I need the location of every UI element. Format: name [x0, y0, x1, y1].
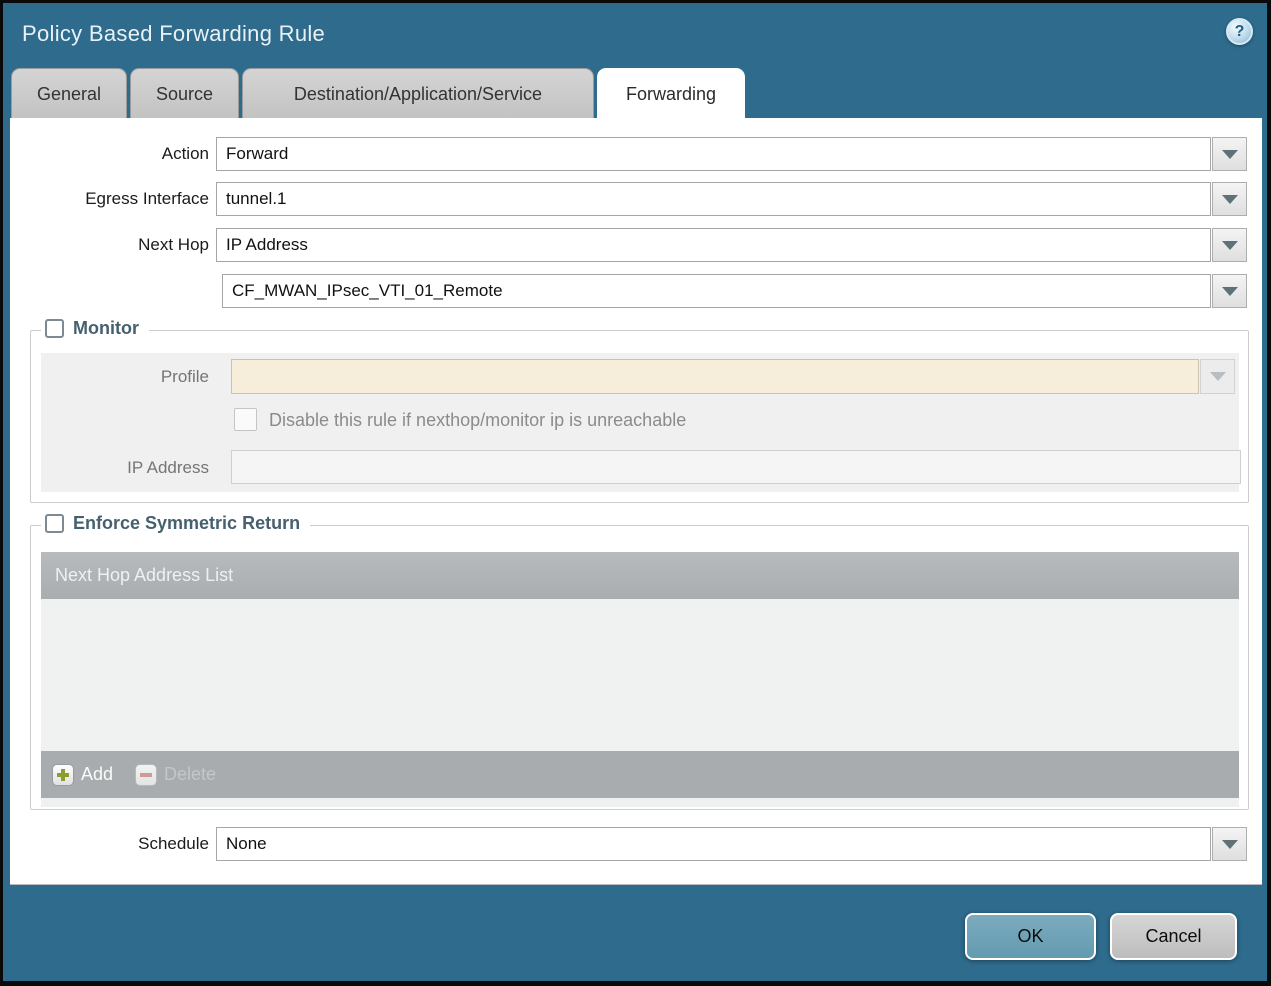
- tab-destination-application-service[interactable]: Destination/Application/Service: [242, 68, 594, 118]
- monitor-legend: Monitor: [41, 318, 149, 339]
- chevron-down-icon: [1221, 839, 1238, 849]
- next-hop-address-list-table: Next Hop Address List Add Delete: [41, 552, 1239, 807]
- next-hop-address-list-header: Next Hop Address List: [41, 552, 1239, 599]
- egress-interface-dropdown-button[interactable]: [1212, 182, 1247, 216]
- monitor-panel: Profile Disable this rule if nexthop/mon…: [41, 353, 1241, 492]
- next-hop-address-row: CF_MWAN_IPsec_VTI_01_Remote: [10, 274, 1262, 308]
- next-hop-address-select[interactable]: CF_MWAN_IPsec_VTI_01_Remote: [222, 274, 1211, 308]
- cancel-button[interactable]: Cancel: [1110, 913, 1237, 960]
- next-hop-dropdown-button[interactable]: [1212, 228, 1247, 262]
- enforce-symmetric-return-legend: Enforce Symmetric Return: [41, 513, 311, 534]
- help-icon[interactable]: ?: [1226, 18, 1253, 45]
- next-hop-address-dropdown-button[interactable]: [1212, 274, 1247, 308]
- tab-bar: General Source Destination/Application/S…: [11, 68, 745, 118]
- action-label: Action: [161, 144, 209, 163]
- add-plus-icon: [52, 763, 74, 786]
- action-select[interactable]: Forward: [216, 137, 1211, 171]
- next-hop-type-select[interactable]: IP Address: [216, 228, 1211, 262]
- pbf-rule-dialog: Policy Based Forwarding Rule ? General S…: [3, 3, 1267, 981]
- schedule-select[interactable]: None: [216, 827, 1211, 861]
- disable-rule-checkbox: [234, 408, 257, 431]
- schedule-dropdown-button[interactable]: [1212, 827, 1247, 861]
- tab-general[interactable]: General: [11, 68, 127, 118]
- profile-label: Profile: [160, 367, 209, 386]
- next-hop-row: Next Hop IP Address: [10, 228, 1262, 262]
- help-glyph: ?: [1234, 22, 1245, 40]
- chevron-down-icon: [1221, 149, 1238, 159]
- delete-button-label: Delete: [164, 764, 217, 784]
- dialog-title: Policy Based Forwarding Rule: [22, 21, 326, 46]
- enforce-symmetric-return-legend-label: Enforce Symmetric Return: [73, 513, 301, 533]
- ok-button[interactable]: OK: [965, 913, 1096, 960]
- monitor-checkbox[interactable]: [45, 319, 64, 338]
- next-hop-label: Next Hop: [138, 235, 209, 254]
- table-toolbar: Add Delete: [41, 751, 1239, 798]
- table-bottom-strip: [41, 798, 1239, 807]
- monitor-ip-address-label: IP Address: [127, 458, 209, 477]
- monitor-ip-address-input: [231, 450, 1241, 484]
- monitor-section: Monitor Profile Disable this rule if nex…: [30, 318, 1249, 503]
- disable-rule-label: Disable this rule if nexthop/monitor ip …: [269, 410, 687, 430]
- add-button-label: Add: [81, 764, 114, 784]
- forwarding-tab-panel: Action Forward Egress Interface tunnel.1…: [10, 118, 1262, 885]
- egress-interface-row: Egress Interface tunnel.1: [10, 182, 1262, 216]
- add-button[interactable]: Add: [52, 763, 114, 786]
- egress-interface-label: Egress Interface: [85, 189, 209, 208]
- monitor-profile-dropdown-button: [1200, 359, 1235, 394]
- chevron-down-icon: [1221, 286, 1238, 296]
- enforce-symmetric-return-section: Enforce Symmetric Return Next Hop Addres…: [30, 513, 1249, 810]
- monitor-profile-select: [231, 359, 1199, 394]
- delete-minus-icon: [135, 763, 158, 786]
- monitor-legend-label: Monitor: [73, 318, 139, 338]
- action-row: Action Forward: [10, 137, 1262, 171]
- schedule-row: Schedule None: [10, 827, 1262, 861]
- action-dropdown-button[interactable]: [1212, 137, 1247, 171]
- delete-button: Delete: [135, 763, 217, 786]
- title-bar: Policy Based Forwarding Rule ?: [3, 3, 1267, 68]
- chevron-down-icon: [1209, 372, 1226, 381]
- egress-interface-select[interactable]: tunnel.1: [216, 182, 1211, 216]
- next-hop-address-list-body: [41, 599, 1239, 751]
- tab-forwarding[interactable]: Forwarding: [597, 68, 745, 118]
- chevron-down-icon: [1221, 194, 1238, 204]
- schedule-label: Schedule: [138, 834, 209, 853]
- tab-source[interactable]: Source: [130, 68, 239, 118]
- chevron-down-icon: [1221, 240, 1238, 250]
- enforce-symmetric-return-checkbox[interactable]: [45, 514, 64, 533]
